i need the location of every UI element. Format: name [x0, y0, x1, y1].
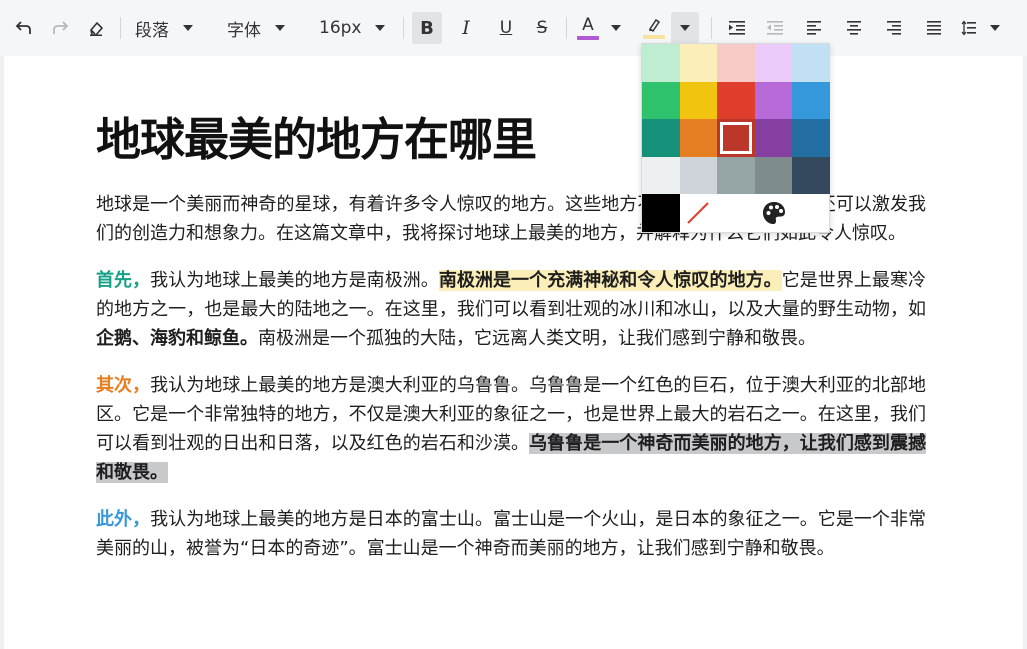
align-justify-icon[interactable] — [914, 12, 954, 44]
toolbar-divider — [403, 17, 404, 39]
color-swatch[interactable] — [792, 44, 830, 82]
undo-icon[interactable] — [6, 12, 42, 44]
text-color-button[interactable]: A — [573, 12, 603, 44]
color-swatch[interactable] — [717, 81, 755, 120]
italic-button[interactable]: I — [448, 12, 484, 44]
paragraph-lead: 其次， — [96, 375, 151, 396]
editor-toolbar: 段落 字体 16px B I U S A — [0, 0, 1027, 56]
chevron-down-icon — [183, 25, 193, 31]
highlighter-icon — [648, 18, 661, 33]
palette-icon[interactable] — [754, 194, 793, 232]
chevron-down-icon — [990, 25, 1000, 31]
text-color-dropdown[interactable] — [603, 12, 629, 44]
remove-color-icon[interactable] — [679, 194, 718, 232]
bold-text: 企鹅、海豹和鲸鱼。 — [96, 328, 258, 349]
paragraph-antarctica[interactable]: 首先，我认为地球上最美的地方是南极洲。南极洲是一个充满神秘和令人惊叹的地方。它是… — [96, 266, 926, 353]
line-height-dropdown[interactable] — [984, 12, 1006, 44]
color-swatch[interactable] — [754, 156, 793, 195]
color-swatch[interactable] — [792, 81, 830, 120]
paragraph-fuji[interactable]: 此外，我认为地球上最美的地方是日本的富士山。富士山是一个火山，是日本的象征之一。… — [96, 505, 926, 563]
chevron-down-icon — [611, 25, 621, 31]
text-color-glyph: A — [582, 14, 594, 35]
block-format-label: 段落 — [135, 20, 169, 41]
color-swatch[interactable] — [679, 119, 718, 157]
toolbar-divider — [566, 17, 567, 39]
highlight-color-palette — [641, 43, 830, 233]
color-swatch[interactable] — [792, 156, 830, 195]
color-swatch[interactable] — [754, 81, 793, 120]
color-swatch[interactable] — [717, 119, 755, 157]
color-swatch[interactable] — [642, 119, 680, 157]
align-left-icon[interactable] — [794, 12, 834, 44]
font-size-select[interactable]: 16px — [311, 12, 397, 44]
strikethrough-button[interactable]: S — [524, 12, 560, 44]
color-swatch[interactable] — [717, 156, 755, 195]
color-swatch[interactable] — [679, 44, 718, 82]
color-swatch-grid — [642, 44, 830, 232]
font-size-label: 16px — [319, 18, 362, 38]
paragraph-text: 我认为地球上最美的地方是日本的富士山。富士山是一个火山，是日本的象征之一。它是一… — [96, 509, 927, 559]
bold-button[interactable]: B — [412, 12, 442, 44]
underline-button[interactable]: U — [488, 12, 524, 44]
color-swatch[interactable] — [754, 119, 793, 157]
text-color-indicator — [577, 35, 599, 40]
highlighted-text: 南极洲是一个充满神秘和令人惊叹的地方。 — [438, 270, 782, 291]
color-swatch[interactable] — [717, 44, 755, 82]
toolbar-divider — [711, 17, 712, 39]
align-center-icon[interactable] — [834, 12, 874, 44]
font-family-label: 字体 — [227, 20, 261, 41]
color-swatch[interactable] — [754, 44, 793, 82]
highlight-color-dropdown[interactable] — [671, 12, 699, 44]
color-swatch[interactable] — [679, 81, 718, 120]
redo-icon[interactable] — [42, 12, 78, 44]
block-format-select[interactable]: 段落 — [127, 12, 215, 44]
paragraph-text: 南极洲是一个孤独的大陆，它远离人类文明，让我们感到宁静和敬畏。 — [258, 328, 816, 349]
color-swatch[interactable] — [679, 156, 718, 195]
paragraph-lead: 此外， — [96, 509, 151, 530]
line-height-icon[interactable] — [954, 12, 984, 44]
editor-document[interactable]: 地球最美的地方在哪里 地球是一个美丽而神奇的星球，有着许多令人惊叹的地方。这些地… — [4, 56, 1023, 649]
highlight-color-indicator — [643, 35, 665, 39]
font-family-select[interactable]: 字体 — [219, 12, 307, 44]
indent-icon[interactable] — [718, 12, 756, 44]
align-right-icon[interactable] — [874, 12, 914, 44]
color-swatch[interactable] — [642, 81, 680, 120]
chevron-down-icon — [375, 25, 386, 31]
paragraph-lead: 首先， — [96, 270, 151, 291]
toolbar-divider — [120, 17, 121, 39]
chevron-down-icon — [275, 25, 285, 31]
palette-spacer — [717, 194, 755, 232]
highlight-color-button[interactable] — [637, 12, 671, 44]
color-swatch[interactable] — [792, 119, 830, 157]
color-swatch[interactable] — [642, 194, 680, 232]
paragraph-uluru[interactable]: 其次，我认为地球上最美的地方是澳大利亚的乌鲁鲁。乌鲁鲁是一个红色的巨石，位于澳大… — [96, 371, 927, 487]
color-swatch[interactable] — [642, 156, 680, 195]
chevron-down-icon — [680, 25, 690, 31]
outdent-icon[interactable] — [756, 12, 794, 44]
eraser-icon[interactable] — [78, 12, 114, 44]
paragraph-text: 我认为地球上最美的地方是南极洲。 — [150, 270, 439, 291]
color-swatch[interactable] — [642, 44, 680, 82]
